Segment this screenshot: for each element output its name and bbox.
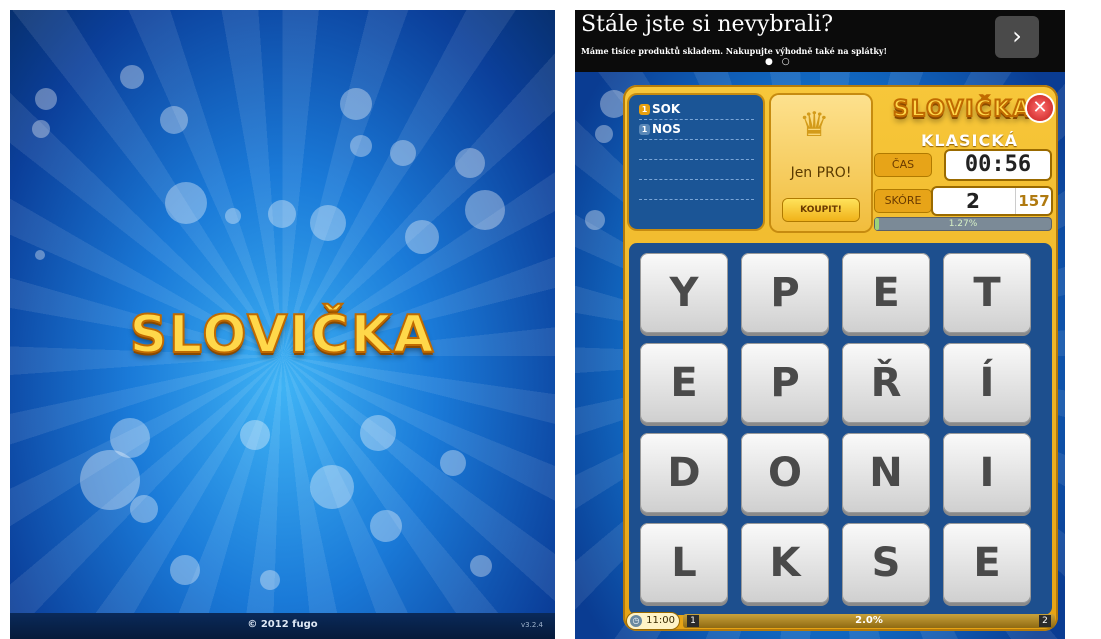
list-item (639, 161, 754, 180)
letter-tile[interactable]: E (943, 523, 1031, 603)
splash-footer: © 2012 fugo v3.2.4 (10, 613, 555, 639)
bokeh-bubble (160, 106, 188, 134)
score-label: SKÓRE (875, 190, 931, 212)
bokeh-bubble (360, 415, 396, 451)
letter-tile[interactable]: O (741, 433, 829, 513)
bokeh-bubble (470, 555, 492, 577)
bokeh-bubble (465, 190, 505, 230)
bokeh-bubble (310, 465, 354, 509)
ad-banner[interactable]: Stále jste si nevybrali? Máme tisíce pro… (575, 10, 1065, 72)
letter-tile[interactable]: D (640, 433, 728, 513)
level-right-badge: 2 (1039, 615, 1051, 627)
pro-label: Jen PRO! (790, 165, 852, 181)
close-icon[interactable]: ✕ (1027, 95, 1053, 121)
ad-page-dots: ● ○ (765, 57, 793, 67)
version-text: v3.2.4 (521, 621, 543, 629)
crown-icon: ♛ (799, 105, 830, 145)
letter-tile[interactable]: P (741, 343, 829, 423)
total-time: ◷ 11:00 (627, 613, 679, 629)
buy-button[interactable]: KOUPIT! (783, 199, 859, 221)
bokeh-bubble (35, 250, 45, 260)
list-item (639, 181, 754, 200)
ad-title: Stále jste si nevybrali? (581, 12, 833, 37)
bottom-status-bar: ◷ 11:00 1 2.0% 2 (623, 611, 1058, 631)
progress-bar: 1.27% (875, 218, 1051, 230)
score-box: 2 157 (933, 188, 1051, 214)
bokeh-bubble (165, 182, 207, 224)
letter-tile[interactable]: P (741, 253, 829, 333)
letter-tile[interactable]: Ř (842, 343, 930, 423)
bokeh-bubble (585, 210, 605, 230)
bokeh-bubble (170, 555, 200, 585)
score-value: 2 (966, 189, 980, 213)
bokeh-bubble (260, 570, 280, 590)
game-board: 1 SOK 1 NOS ♛ Jen PRO! KOUPIT! SLOVIČKA … (623, 85, 1058, 631)
clock-icon: ◷ (630, 615, 642, 627)
letter-tile[interactable]: E (842, 253, 930, 333)
found-words-list: 1 SOK 1 NOS (629, 95, 763, 229)
time-value: 00:56 (946, 151, 1050, 179)
bokeh-bubble (130, 495, 158, 523)
bokeh-bubble (455, 148, 485, 178)
best-score-value: 157 (1015, 188, 1052, 214)
bokeh-bubble (390, 140, 416, 166)
list-item: 1 SOK (639, 101, 754, 120)
bokeh-bubble (240, 420, 270, 450)
level-percent: 2.0% (855, 615, 883, 626)
bokeh-bubble (32, 120, 50, 138)
bokeh-bubble (225, 208, 241, 224)
letter-tile[interactable]: L (640, 523, 728, 603)
game-mode-label: KLASICKÁ (921, 131, 1018, 150)
letter-tile[interactable]: S (842, 523, 930, 603)
list-item: 1 NOS (639, 121, 754, 140)
bokeh-bubble (370, 510, 402, 542)
level-progress-bar: 1 2.0% 2 (683, 614, 1055, 628)
splash-logo: SLOVIČKA (129, 304, 436, 366)
letter-tile[interactable]: K (741, 523, 829, 603)
bokeh-bubble (595, 125, 613, 143)
letter-tile[interactable]: Y (640, 253, 728, 333)
letter-grid: Y P E T E P Ř Í D O N I L K S E (629, 243, 1052, 615)
letter-tile[interactable]: I (943, 433, 1031, 513)
bokeh-bubble (350, 135, 372, 157)
bokeh-bubble (35, 88, 57, 110)
bokeh-bubble (310, 205, 346, 241)
splash-screen: SLOVIČKA © 2012 fugo v3.2.4 (10, 10, 555, 639)
bokeh-bubble (340, 88, 372, 120)
word-count-badge: 1 (639, 104, 650, 115)
bokeh-bubble (268, 200, 296, 228)
copyright-text: © 2012 fugo (247, 619, 318, 630)
word-text: SOK (652, 102, 681, 116)
total-time-value: 11:00 (646, 615, 675, 626)
bokeh-bubble (120, 65, 144, 89)
word-count-badge: 1 (639, 124, 650, 135)
letter-tile[interactable]: Í (943, 343, 1031, 423)
word-text: NOS (652, 122, 681, 136)
progress-text: 1.27% (948, 219, 978, 229)
time-label: ČAS (875, 154, 931, 176)
letter-tile[interactable]: E (640, 343, 728, 423)
pro-promo-box: ♛ Jen PRO! KOUPIT! (771, 95, 871, 231)
letter-tile[interactable]: N (842, 433, 930, 513)
bokeh-bubble (405, 220, 439, 254)
game-screen: Stále jste si nevybrali? Máme tisíce pro… (575, 10, 1065, 639)
bokeh-bubble (440, 450, 466, 476)
ad-subtitle: Máme tisíce produktů skladem. Nakupujte … (581, 46, 888, 56)
letter-tile[interactable]: T (943, 253, 1031, 333)
list-item (639, 141, 754, 160)
ad-next-button[interactable]: › (995, 16, 1039, 58)
game-logo: SLOVIČKA (892, 96, 1032, 123)
